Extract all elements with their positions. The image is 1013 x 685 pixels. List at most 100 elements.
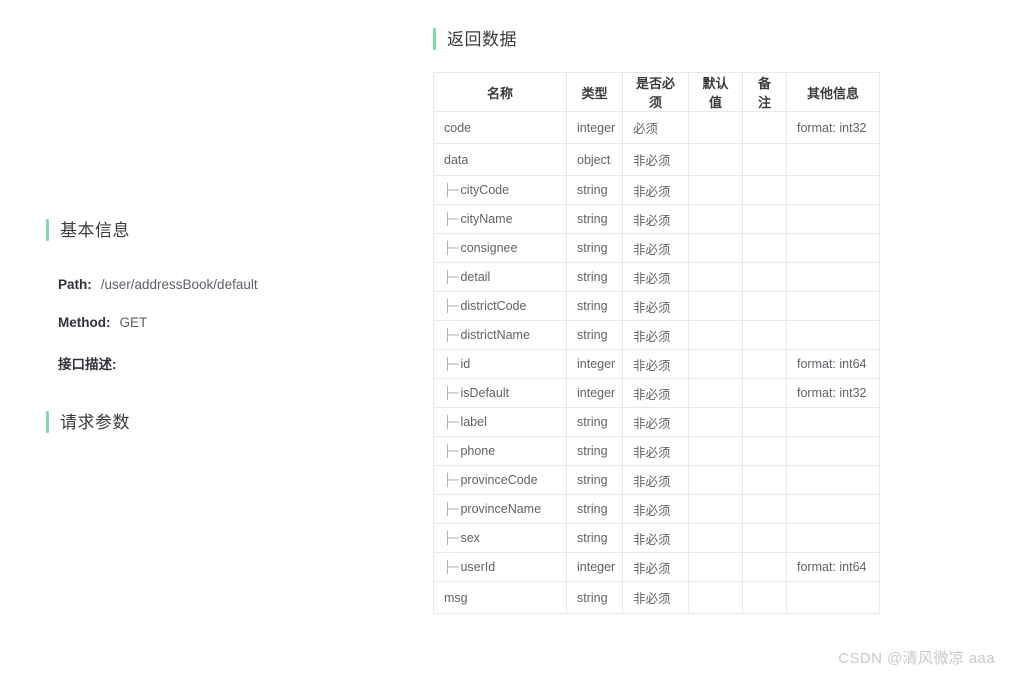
field-name-label: phone [460,444,496,458]
tree-branch-icon: ├─ [444,473,459,487]
table-cell-remark [742,175,787,205]
table-cell-required: 非必须 [622,175,689,205]
table-column-header: 类型 [566,72,623,112]
table-cell-required: 非必须 [622,320,689,350]
table-cell-type: string [566,320,623,350]
table-cell-default [688,233,743,263]
table-row: ├─ phone string 非必须 [433,436,880,466]
field-name-label: provinceName [460,502,542,516]
table-cell-extra [786,436,880,466]
table-cell-default [688,436,743,466]
tree-branch-icon: ├─ [444,241,459,255]
table-cell-required: 非必须 [622,291,689,321]
table-row: ├─ sex string 非必须 [433,523,880,553]
table-cell-remark [742,494,787,524]
table-cell-extra [786,204,880,234]
basic-info-title: 基本信息 [60,220,130,240]
table-row: code integer 必须 format: int32 [433,111,880,144]
table-column-header: 备注 [742,72,787,112]
tree-branch-icon: ├─ [444,415,459,429]
table-cell-extra: format: int64 [786,552,880,582]
return-data-title: 返回数据 [447,29,517,49]
table-cell-name: code [433,111,567,144]
table-cell-extra: format: int64 [786,349,880,379]
basic-info-field-value: /user/addressBook/default [100,277,258,292]
table-row: ├─ districtCode string 非必须 [433,291,880,321]
tree-branch-icon: ├─ [444,357,459,371]
table-cell-remark [742,349,787,379]
table-cell-name: ├─ districtCode [433,291,567,321]
table-cell-type: string [566,465,623,495]
table-cell-default [688,465,743,495]
section-heading-request-params: 请求参数 [46,411,130,433]
tree-branch-icon: ├─ [444,444,459,458]
table-cell-remark [742,204,787,234]
table-cell-name: msg [433,581,567,614]
tree-branch-icon: ├─ [444,560,459,574]
table-cell-name: ├─ consignee [433,233,567,263]
table-cell-remark [742,291,787,321]
table-header-row: 名称 类型 是否必须 默认值 备注 其他信息 [433,72,880,112]
table-cell-default [688,378,743,408]
table-cell-extra [786,175,880,205]
table-cell-type: string [566,291,623,321]
table-cell-remark [742,552,787,582]
table-cell-default [688,494,743,524]
table-cell-required: 非必须 [622,143,689,176]
table-cell-remark [742,465,787,495]
table-cell-name: ├─ userId [433,552,567,582]
table-cell-required: 非必须 [622,436,689,466]
table-row: ├─ isDefault integer 非必须 format: int32 [433,378,880,408]
table-cell-required: 非必须 [622,349,689,379]
field-name-label: code [444,120,472,135]
field-name-label: consignee [460,241,518,255]
table-cell-extra [786,233,880,263]
field-name-label: isDefault [460,386,510,400]
table-cell-type: string [566,581,623,614]
table-cell-name: ├─ provinceCode [433,465,567,495]
table-cell-name: ├─ isDefault [433,378,567,408]
table-row: ├─ cityName string 非必须 [433,204,880,234]
table-cell-extra [786,465,880,495]
basic-info-field: 接口描述: [58,353,398,391]
field-name-label: cityName [460,212,513,226]
table-cell-name: ├─ id [433,349,567,379]
table-header: 名称 类型 是否必须 默认值 备注 其他信息 [433,72,880,112]
table-cell-name: ├─ cityName [433,204,567,234]
field-name-label: label [460,415,487,429]
table-cell-type: string [566,175,623,205]
table-cell-default [688,143,743,176]
tree-branch-icon: ├─ [444,531,459,545]
table-cell-extra: format: int32 [786,111,880,144]
table-cell-name: ├─ districtName [433,320,567,350]
basic-info-field-value: GET [119,315,148,330]
accent-bar-icon [46,219,49,241]
basic-info-field: Method: GET [58,315,398,353]
table-cell-type: string [566,407,623,437]
tree-branch-icon: ├─ [444,212,459,226]
field-name-label: cityCode [460,183,510,197]
table-column-header: 默认值 [688,72,743,112]
table-row: ├─ provinceCode string 非必须 [433,465,880,495]
table-cell-required: 非必须 [622,494,689,524]
table-row: ├─ id integer 非必须 format: int64 [433,349,880,379]
table-cell-name: data [433,143,567,176]
table-cell-name: ├─ phone [433,436,567,466]
table-cell-default [688,349,743,379]
accent-bar-icon [433,28,436,50]
tree-branch-icon: ├─ [444,299,459,313]
table-cell-extra [786,291,880,321]
table-cell-default [688,523,743,553]
table-cell-extra [786,523,880,553]
table-cell-name: ├─ provinceName [433,494,567,524]
field-name-label: sex [460,531,480,545]
table-cell-type: string [566,204,623,234]
table-cell-required: 非必须 [622,465,689,495]
basic-info-field-key: 接口描述: [58,357,117,372]
field-name-label: districtCode [460,299,527,313]
table-row: ├─ consignee string 非必须 [433,233,880,263]
table-cell-type: string [566,436,623,466]
table-cell-extra [786,407,880,437]
field-name-label: data [444,152,469,167]
field-name-label: districtName [460,328,530,342]
